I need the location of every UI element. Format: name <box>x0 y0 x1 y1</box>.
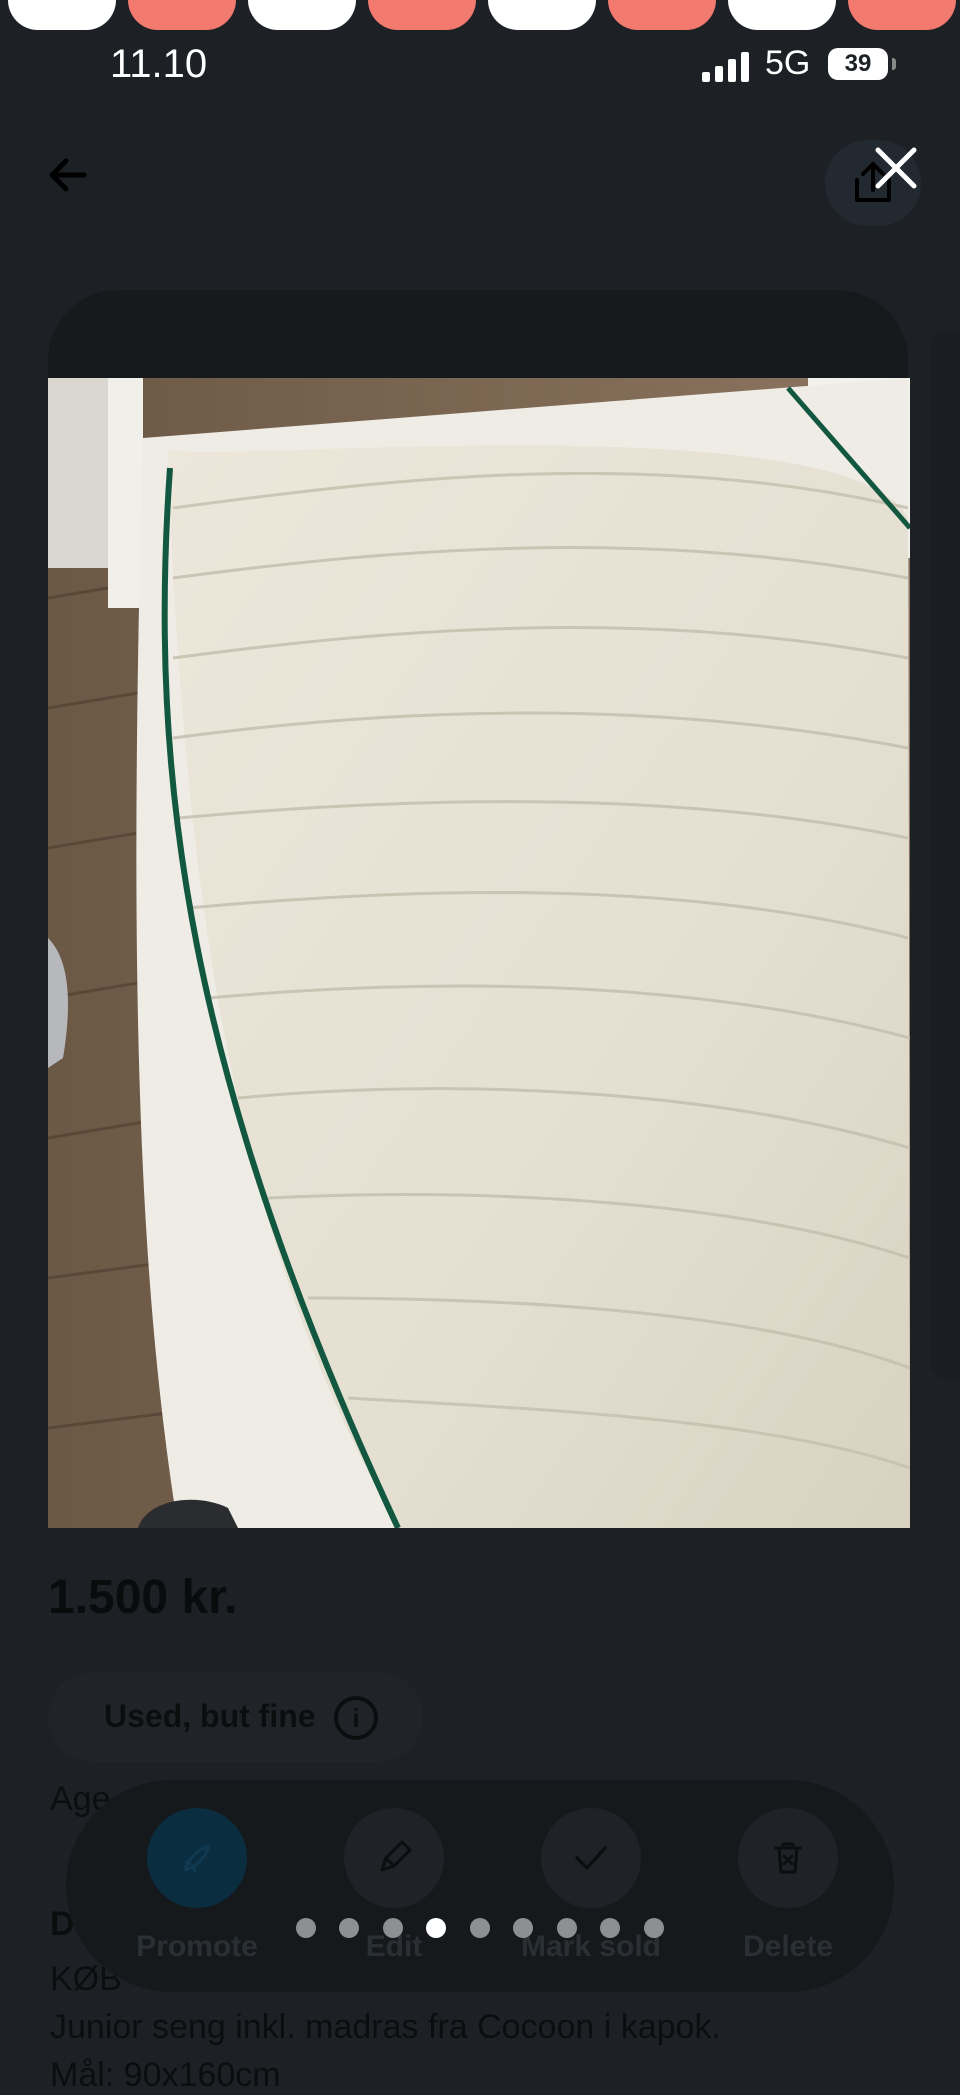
edit-button[interactable]: Edit <box>304 1808 484 1964</box>
pager-dot[interactable] <box>383 1918 403 1938</box>
pager-dot[interactable] <box>600 1918 620 1938</box>
pager-dot[interactable] <box>644 1918 664 1938</box>
close-button[interactable] <box>866 138 926 198</box>
info-icon[interactable]: i <box>334 1696 378 1740</box>
pager-dot[interactable] <box>513 1918 533 1938</box>
owner-action-bar: Promote Edit Mark sold Delete <box>66 1780 894 1992</box>
promote-label: Promote <box>136 1930 258 1963</box>
listing-photo[interactable] <box>48 378 910 1528</box>
mark-sold-button[interactable]: Mark sold <box>501 1808 681 1964</box>
delete-label: Delete <box>742 1930 834 1963</box>
description-line: Mål: 90x160cm <box>50 2056 281 2094</box>
next-card-peek <box>930 330 960 1380</box>
pager-dot[interactable] <box>557 1918 577 1938</box>
promote-button[interactable]: Promote <box>107 1808 287 1964</box>
description-line: Junior seng inkl. madras fra Cocoon i ka… <box>50 2008 721 2046</box>
delete-button[interactable]: Delete <box>698 1808 878 1964</box>
pager-dot[interactable] <box>470 1918 490 1938</box>
pager-dot[interactable] <box>339 1918 359 1938</box>
pager-dot[interactable] <box>296 1918 316 1938</box>
listing-price: 1.500 kr. <box>48 1571 238 1624</box>
pencil-icon <box>380 1840 412 1872</box>
close-icon <box>875 147 917 189</box>
rocket-icon <box>183 1844 211 1873</box>
mattress-photo <box>48 378 910 1528</box>
condition-label: Used, but fine <box>104 1698 316 1734</box>
arrow-left-icon <box>49 158 87 192</box>
check-icon <box>575 1846 607 1870</box>
back-button[interactable] <box>38 145 98 205</box>
condition-chip[interactable]: Used, but fine i <box>48 1672 423 1762</box>
trash-icon <box>774 1842 802 1874</box>
pager-dot-active[interactable] <box>426 1918 446 1938</box>
